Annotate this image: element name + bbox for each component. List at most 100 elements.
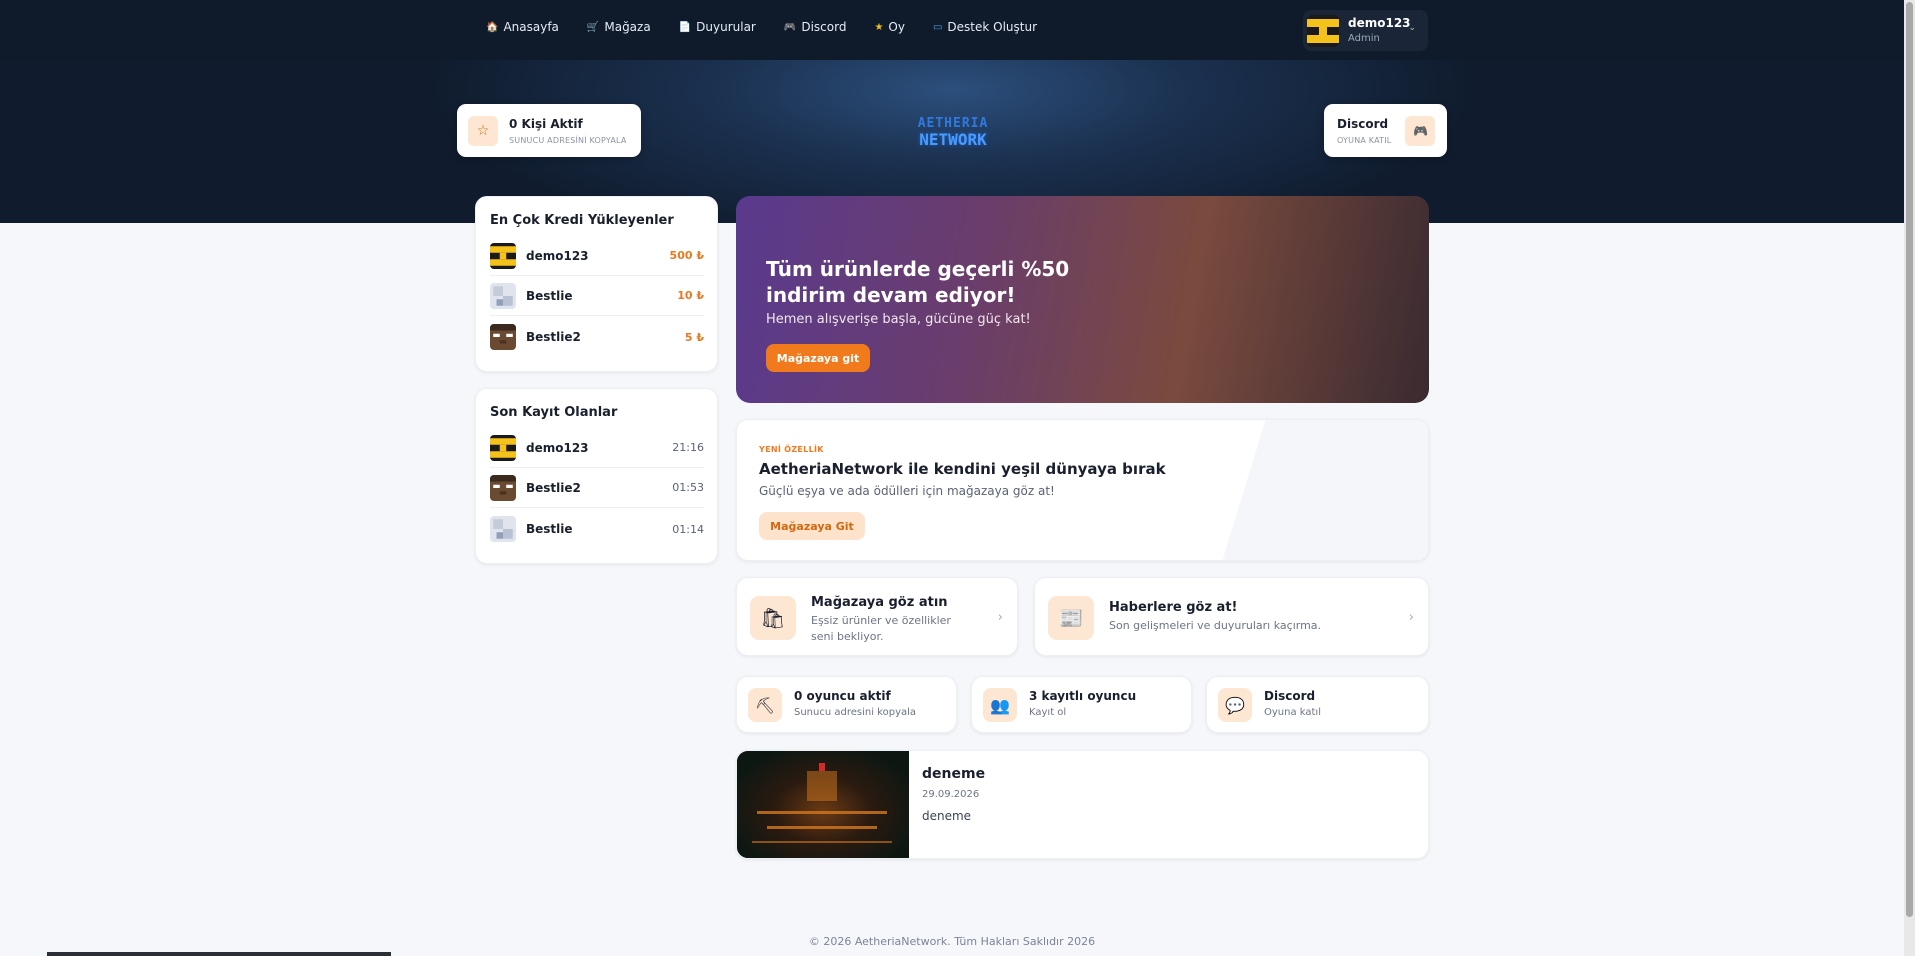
avatar xyxy=(1307,14,1339,47)
credit-amount: 500 ₺ xyxy=(669,249,704,262)
discord-card[interactable]: 💬 Discord Oyuna katıl xyxy=(1206,676,1429,733)
site-logo[interactable]: AETHERIA NETWORK xyxy=(913,116,993,148)
go-to-store-button[interactable]: Mağazaya git xyxy=(766,344,870,372)
shopping-bag-icon: 🛍 xyxy=(750,596,796,640)
card-title: En Çok Kredi Yükleyenler xyxy=(490,213,674,228)
users-icon: 👥 xyxy=(983,688,1017,722)
discord-pill[interactable]: Discord OYUNA KATIL 🎮 xyxy=(1324,104,1447,157)
avatar xyxy=(490,242,516,269)
copy-address-label: SUNUCU ADRESİNİ KOPYALA xyxy=(509,135,627,145)
signup-time: 01:53 xyxy=(672,481,704,494)
news-item[interactable]: deneme 29.09.2026 deneme xyxy=(736,750,1429,859)
chat-icon: 💬 xyxy=(1218,688,1252,722)
player-name: demo123 xyxy=(526,440,589,455)
user-menu[interactable]: demo123 Admin ⌄ xyxy=(1303,10,1428,51)
nav-label: Duyurular xyxy=(696,20,756,34)
cart-icon: 🛒 xyxy=(586,21,600,33)
player-name: Bestlie2 xyxy=(526,480,581,495)
player-name: Bestlie xyxy=(526,288,573,303)
players-online-card[interactable]: ⛏ 0 oyuncu aktif Sunucu adresini kopyala xyxy=(736,676,957,733)
store-link-card[interactable]: 🛍 Mağazaya göz atın Eşsiz ürünler ve öze… xyxy=(736,577,1018,656)
card-title: Son Kayıt Olanlar xyxy=(490,405,618,420)
credit-amount: 10 ₺ xyxy=(677,289,704,302)
list-item[interactable]: Bestlie2 01:53 xyxy=(490,468,704,508)
recent-signups-card: Son Kayıt Olanlar demo123 21:16 Bestlie2… xyxy=(475,388,718,564)
banner-title: Tüm ürünlerde geçerli %50 indirim devam … xyxy=(766,257,1070,307)
mini-title: Discord xyxy=(1264,689,1316,703)
feature-card: YENİ ÖZELLİK AetheriaNetwork ile kendini… xyxy=(736,419,1429,561)
bottom-strip xyxy=(47,952,391,956)
list-item[interactable]: Bestlie 01:14 xyxy=(490,509,704,549)
avatar xyxy=(490,434,516,461)
server-address-pill[interactable]: ☆ 0 Kişi Aktif SUNUCU ADRESİNİ KOPYALA xyxy=(457,104,641,157)
footer-copyright: © 2026 AetheriaNetwork. Tüm Hakları Sakl… xyxy=(808,935,1096,948)
nav-item-discord[interactable]: 🎮 Discord xyxy=(784,20,847,34)
chevron-right-icon: › xyxy=(1408,610,1414,625)
mini-subtitle: Kayıt ol xyxy=(1029,707,1067,718)
nav-label: Oy xyxy=(888,20,905,34)
nav-item-vote[interactable]: ★ Oy xyxy=(874,20,905,34)
player-name: Bestlie xyxy=(526,522,573,536)
top-credit-card: En Çok Kredi Yükleyenler demo123 500 ₺ B… xyxy=(475,196,718,372)
link-title: Haberlere göz at! xyxy=(1109,600,1238,615)
news-body: deneme xyxy=(922,809,972,823)
list-item[interactable]: Bestlie 10 ₺ xyxy=(490,276,704,316)
avatar xyxy=(490,324,516,350)
nav-item-support[interactable]: ▭ Destek Oluştur xyxy=(933,20,1037,34)
logo-bottom-text: NETWORK xyxy=(919,130,987,149)
link-title: Mağazaya göz atın xyxy=(811,595,948,610)
player-name: Bestlie2 xyxy=(526,330,581,344)
player-name: demo123 xyxy=(526,248,589,263)
list-item[interactable]: demo123 21:16 xyxy=(490,428,704,468)
ticket-icon: ▭ xyxy=(932,21,943,33)
star-icon: ★ xyxy=(874,21,884,33)
list-item[interactable]: Bestlie2 5 ₺ xyxy=(490,317,704,357)
user-role: Admin xyxy=(1348,32,1380,44)
avatar xyxy=(490,474,516,501)
news-title: deneme xyxy=(922,766,986,782)
nav-item-announcements[interactable]: 📄 Duyurular xyxy=(679,20,756,34)
list-item[interactable]: demo123 500 ₺ xyxy=(490,236,704,276)
credit-amount: 5 ₺ xyxy=(684,330,704,344)
mini-subtitle: Oyuna katıl xyxy=(1264,707,1321,718)
star-icon: ☆ xyxy=(468,115,498,146)
link-subtitle: Son gelişmeleri ve duyuruları kaçırma. xyxy=(1109,619,1322,632)
news-thumbnail xyxy=(737,751,909,858)
mini-title: 3 kayıtlı oyuncu xyxy=(1029,689,1137,703)
nav-item-store[interactable]: 🛒 Mağaza xyxy=(587,20,651,34)
registered-players-card[interactable]: 👥 3 kayıtlı oyuncu Kayıt ol xyxy=(971,676,1192,733)
top-navbar: 🏠 Anasayfa 🛒 Mağaza 📄 Duyurular 🎮 Discor… xyxy=(0,0,1904,60)
join-game-label: OYUNA KATIL xyxy=(1337,135,1392,145)
main-nav: 🏠 Anasayfa 🛒 Mağaza 📄 Duyurular 🎮 Discor… xyxy=(486,20,1037,34)
scrollbar-thumb[interactable] xyxy=(1906,2,1913,917)
mini-title: 0 oyuncu aktif xyxy=(794,689,891,703)
promo-banner: Tüm ürünlerde geçerli %50 indirim devam … xyxy=(736,196,1429,403)
news-date: 29.09.2026 xyxy=(922,789,980,800)
avatar xyxy=(490,282,516,309)
banner-subtitle: Hemen alışverişe başla, gücüne güç kat! xyxy=(766,312,1031,327)
page-scrollbar[interactable] xyxy=(1904,0,1915,956)
feature-store-button[interactable]: Mağazaya Git xyxy=(759,512,865,540)
gamepad-icon: 🎮 xyxy=(1405,115,1436,146)
decorative-slant xyxy=(1222,420,1428,560)
signup-time: 01:14 xyxy=(672,522,704,536)
nav-label: Discord xyxy=(801,20,847,34)
nav-item-home[interactable]: 🏠 Anasayfa xyxy=(486,20,559,34)
nav-label: Mağaza xyxy=(604,20,651,34)
feature-title: AetheriaNetwork ile kendini yeşil dünyay… xyxy=(759,460,1166,478)
user-name: demo123 xyxy=(1348,15,1411,30)
new-feature-tag: YENİ ÖZELLİK xyxy=(759,445,824,454)
newspaper-icon: 📰 xyxy=(1048,596,1094,640)
active-count: 0 Kişi Aktif xyxy=(509,116,583,131)
pickaxe-icon: ⛏ xyxy=(748,688,782,722)
link-subtitle: Eşsiz ürünler ve özellikler seni bekliyo… xyxy=(811,614,951,643)
signup-time: 21:16 xyxy=(672,441,704,454)
newspaper-icon: 📄 xyxy=(678,21,692,33)
discord-title: Discord xyxy=(1337,116,1389,131)
chevron-right-icon: › xyxy=(997,610,1003,625)
feature-subtitle: Güçlü eşya ve ada ödülleri için mağazaya… xyxy=(759,484,1055,498)
nav-label: Anasayfa xyxy=(503,20,559,34)
nav-label: Destek Oluştur xyxy=(947,20,1038,34)
mini-subtitle: Sunucu adresini kopyala xyxy=(794,707,917,718)
news-link-card[interactable]: 📰 Haberlere göz at! Son gelişmeleri ve d… xyxy=(1034,577,1429,656)
